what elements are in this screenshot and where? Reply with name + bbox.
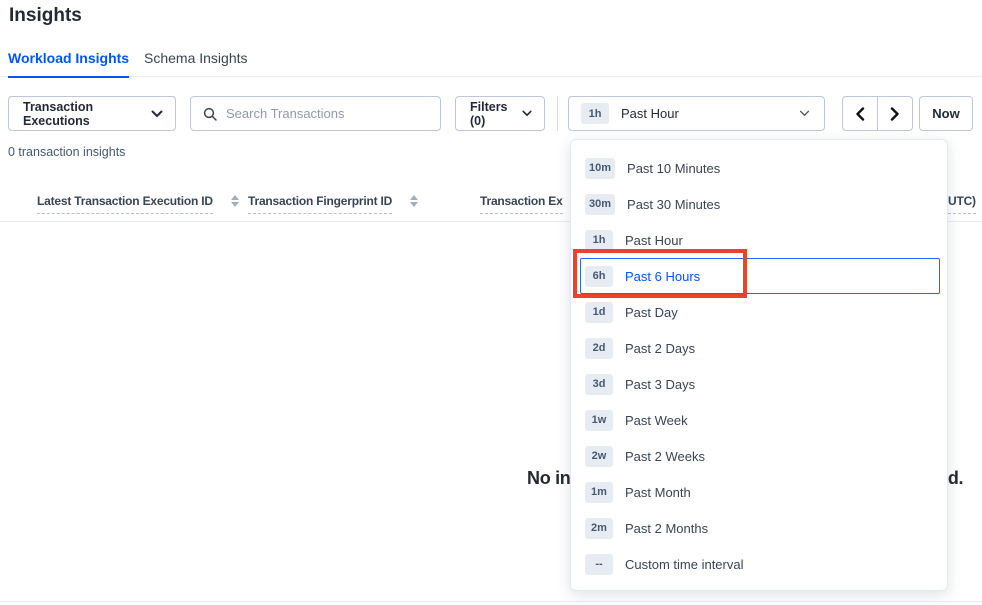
time-range-label: Past Hour: [621, 106, 799, 121]
now-button-label: Now: [932, 106, 959, 121]
chevron-down-icon: [799, 110, 810, 117]
menu-item-past-month[interactable]: 1m Past Month: [580, 474, 940, 510]
time-badge: --: [585, 554, 613, 575]
chevron-down-icon: [522, 110, 532, 117]
sort-icon[interactable]: [410, 195, 418, 207]
page-title: Insights: [9, 5, 82, 27]
time-badge: 2d: [585, 338, 613, 359]
time-badge: 1d: [585, 302, 613, 323]
chevron-right-icon: [890, 107, 900, 121]
column-header-latest-transaction-execution-id[interactable]: Latest Transaction Execution ID: [37, 194, 239, 214]
search-input[interactable]: [226, 106, 430, 121]
time-badge: 1w: [585, 410, 613, 431]
menu-item-label: Past Day: [625, 305, 678, 320]
time-badge: 6h: [585, 266, 613, 287]
time-badge: 3d: [585, 374, 613, 395]
menu-item-past-10-minutes[interactable]: 10m Past 10 Minutes: [580, 150, 940, 186]
menu-item-past-6-hours[interactable]: 6h Past 6 Hours: [580, 258, 940, 294]
menu-item-label: Past 2 Months: [625, 521, 708, 536]
time-range-dropdown-menu: 10m Past 10 Minutes 30m Past 30 Minutes …: [570, 139, 948, 591]
tab-workload-insights[interactable]: Workload Insights: [8, 50, 129, 77]
menu-item-label: Past 3 Days: [625, 377, 695, 392]
time-badge: 1m: [585, 482, 613, 503]
time-badge: 30m: [585, 194, 615, 215]
menu-item-label: Past 10 Minutes: [627, 161, 720, 176]
insights-count-summary: 0 transaction insights: [8, 145, 125, 159]
menu-item-label: Past 6 Hours: [625, 269, 700, 284]
toolbar-divider: [557, 96, 558, 131]
time-badge: 10m: [585, 158, 615, 179]
menu-item-past-hour[interactable]: 1h Past Hour: [580, 222, 940, 258]
menu-item-label: Past 2 Weeks: [625, 449, 705, 464]
column-header-label: Latest Transaction Execution ID: [37, 194, 213, 214]
menu-item-label: Past Hour: [625, 233, 683, 248]
next-time-button[interactable]: [877, 97, 912, 130]
menu-item-past-3-days[interactable]: 3d Past 3 Days: [580, 366, 940, 402]
previous-time-button[interactable]: [843, 97, 877, 130]
bottom-divider: [0, 601, 982, 602]
column-header-label: Transaction Ex: [480, 194, 563, 214]
insights-page: Insights Workload Insights Schema Insigh…: [0, 0, 982, 605]
search-box[interactable]: [190, 96, 441, 131]
time-badge: 1h: [585, 230, 613, 251]
column-header-transaction-execution[interactable]: Transaction Ex: [480, 194, 563, 214]
menu-item-past-2-months[interactable]: 2m Past 2 Months: [580, 510, 940, 546]
view-select-dropdown[interactable]: Transaction Executions: [8, 96, 176, 131]
tab-schema-insights[interactable]: Schema Insights: [144, 50, 248, 77]
column-header-label: UTC): [948, 194, 976, 214]
menu-item-past-2-weeks[interactable]: 2w Past 2 Weeks: [580, 438, 940, 474]
filters-dropdown[interactable]: Filters (0): [455, 96, 545, 131]
time-range-badge: 1h: [581, 103, 609, 124]
menu-item-past-day[interactable]: 1d Past Day: [580, 294, 940, 330]
sort-icon[interactable]: [231, 195, 239, 207]
menu-item-label: Custom time interval: [625, 557, 743, 572]
filters-label: Filters (0): [470, 100, 522, 128]
menu-item-label: Past Month: [625, 485, 691, 500]
column-header-start-time-utc[interactable]: UTC): [948, 194, 976, 214]
chevron-left-icon: [855, 107, 865, 121]
view-select-label: Transaction Executions: [23, 100, 151, 128]
menu-item-past-week[interactable]: 1w Past Week: [580, 402, 940, 438]
menu-item-label: Past 30 Minutes: [627, 197, 720, 212]
tab-bar: Workload Insights Schema Insights: [0, 47, 982, 77]
time-badge: 2m: [585, 518, 613, 539]
menu-item-past-30-minutes[interactable]: 30m Past 30 Minutes: [580, 186, 940, 222]
column-header-transaction-fingerprint-id[interactable]: Transaction Fingerprint ID: [248, 194, 418, 214]
time-badge: 2w: [585, 446, 613, 467]
now-button[interactable]: Now: [919, 96, 973, 131]
time-nav-group: [842, 96, 913, 131]
time-range-picker[interactable]: 1h Past Hour: [568, 96, 825, 131]
column-header-label: Transaction Fingerprint ID: [248, 194, 392, 214]
menu-item-label: Past Week: [625, 413, 688, 428]
menu-item-label: Past 2 Days: [625, 341, 695, 356]
chevron-down-icon: [151, 110, 163, 118]
search-icon: [203, 107, 217, 121]
menu-item-custom-time-interval[interactable]: -- Custom time interval: [580, 546, 940, 582]
menu-item-past-2-days[interactable]: 2d Past 2 Days: [580, 330, 940, 366]
